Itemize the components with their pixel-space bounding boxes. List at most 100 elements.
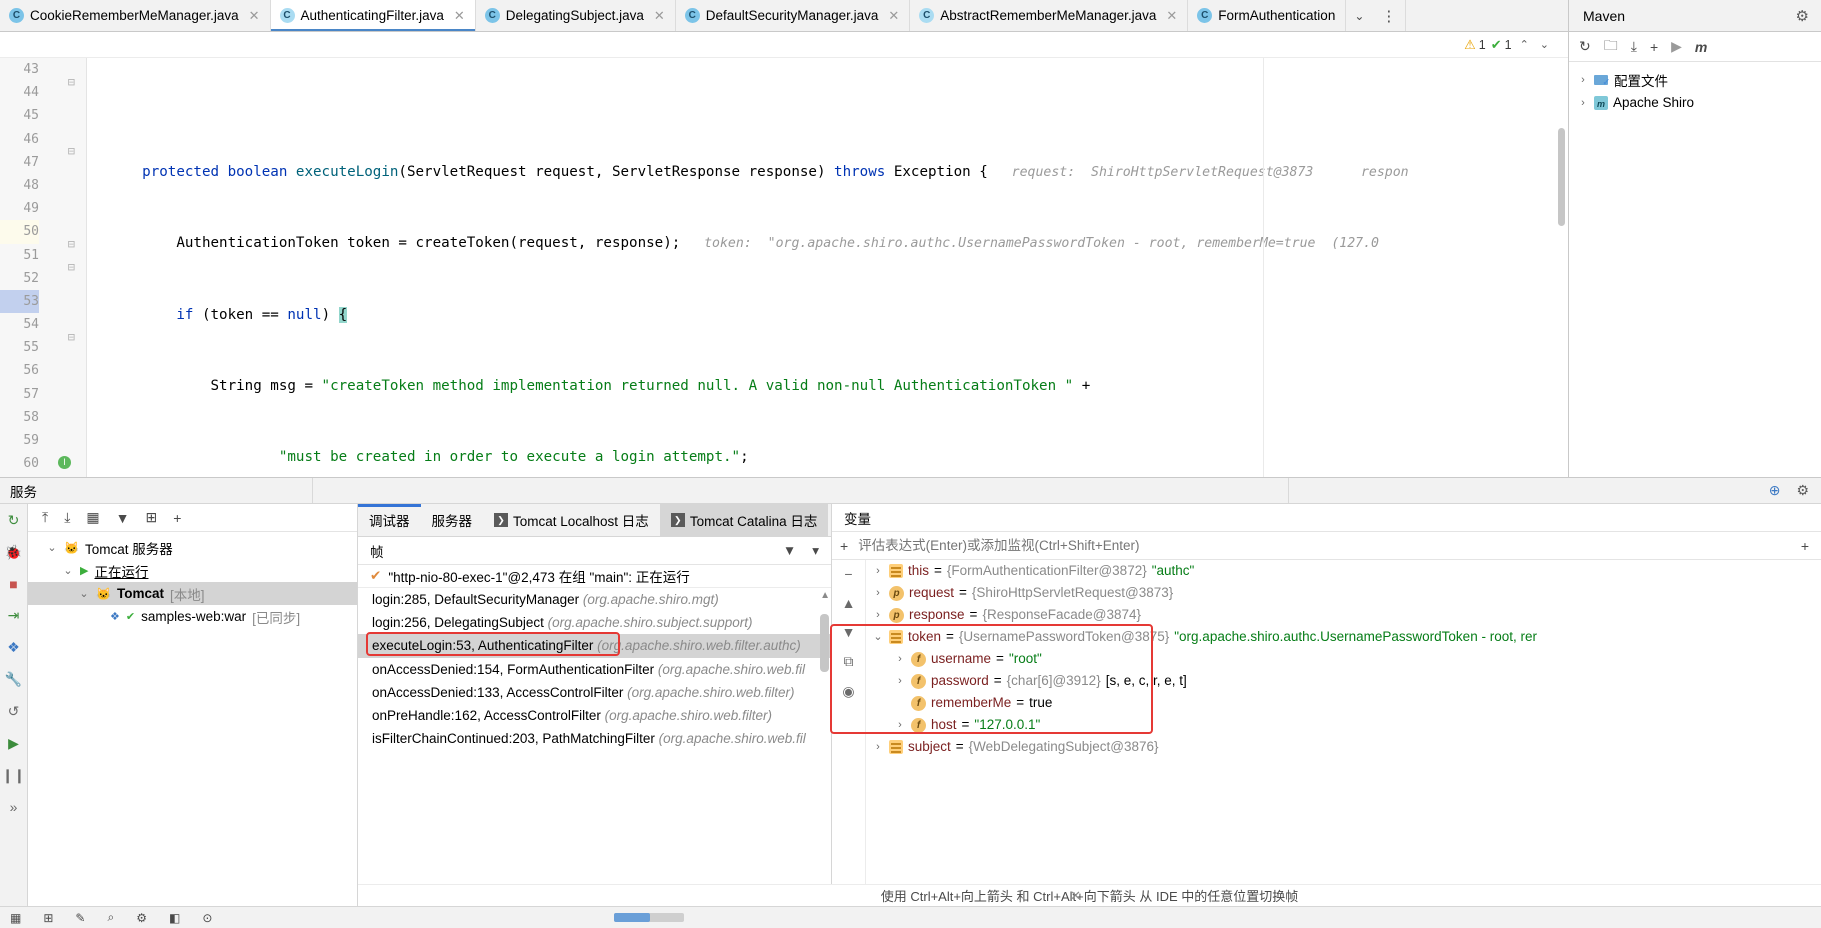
ok-count[interactable]: ✔ 1: [1491, 37, 1512, 53]
layout-icon[interactable]: ❖: [7, 639, 20, 656]
restart-icon[interactable]: ↺: [8, 703, 20, 720]
chevron-up-icon[interactable]: ⌃: [1517, 38, 1532, 51]
variable-row-password[interactable]: › f password = {char[6]@3912} [s, e, c, …: [872, 670, 1821, 692]
variable-row-this[interactable]: › this = {FormAuthenticationFilter@3872}…: [872, 560, 1821, 582]
chevron-right-icon[interactable]: ›: [1577, 97, 1589, 109]
run-anything-icon[interactable]: ⊙: [202, 911, 212, 925]
gear-icon[interactable]: ⚙: [1796, 7, 1809, 25]
chevron-right-icon[interactable]: ›: [872, 582, 884, 604]
editor-tab-0[interactable]: C CookieRememberMeManager.java ✕: [0, 0, 271, 31]
services-node-tomcat-servers[interactable]: ⌄ 🐱 Tomcat 服务器: [28, 536, 357, 559]
tab-tomcat-catalina-log[interactable]: ❯ Tomcat Catalina 日志: [659, 504, 829, 536]
group-by-icon[interactable]: ▦: [86, 509, 99, 526]
project-structure-icon[interactable]: ▦: [10, 911, 21, 925]
variable-row-subject[interactable]: › subject = {WebDelegatingSubject@3876}: [872, 736, 1821, 758]
collapse-all-icon[interactable]: ⤓: [64, 509, 70, 526]
filter-icon[interactable]: ▼: [116, 510, 130, 526]
more-icon[interactable]: »: [10, 799, 18, 815]
run-goal-icon[interactable]: ▶: [1671, 38, 1682, 55]
tab-debugger[interactable]: 调试器: [358, 504, 421, 536]
layout-toggle-icon[interactable]: ◧: [169, 911, 180, 925]
chevron-down-icon[interactable]: ⌄: [78, 587, 90, 600]
debug-icon[interactable]: 🐞: [5, 544, 22, 561]
chevron-right-icon[interactable]: ›: [1577, 74, 1589, 86]
tab-server[interactable]: 服务器: [421, 504, 484, 536]
pause-icon[interactable]: ❙❙: [2, 767, 25, 784]
chevron-right-icon[interactable]: ›: [872, 560, 884, 582]
tab-tomcat-localhost-log[interactable]: ❯ Tomcat Localhost 日志: [483, 504, 660, 536]
edit-icon[interactable]: ✎: [75, 911, 85, 925]
variable-row-request[interactable]: › p request = {ShiroHttpServletRequest@3…: [872, 582, 1821, 604]
warning-count[interactable]: ⚠ 1: [1464, 37, 1486, 53]
editor-tab-3[interactable]: C DefaultSecurityManager.java ✕: [675, 0, 911, 31]
frame-row[interactable]: onPreHandle:162, AccessControlFilter (or…: [358, 704, 831, 727]
fold-marker-icon[interactable]: ⊟: [68, 75, 75, 89]
fold-marker-icon[interactable]: ⊟: [68, 330, 75, 344]
variable-row-host[interactable]: › f host = "127.0.0.1": [872, 714, 1821, 736]
chevron-right-icon[interactable]: ›: [894, 714, 906, 736]
editor-tab-1[interactable]: C AuthenticatingFilter.java ✕: [270, 0, 476, 31]
frame-row[interactable]: login:285, DefaultSecurityManager (org.a…: [358, 588, 831, 611]
editor-tab-5[interactable]: C FormAuthentication: [1188, 0, 1347, 31]
search-icon[interactable]: ⌕: [107, 910, 114, 925]
close-icon[interactable]: ✕: [654, 8, 665, 24]
close-icon[interactable]: ✕: [888, 8, 899, 24]
variable-row-rememberme[interactable]: f rememberMe = true: [872, 692, 1821, 714]
resume-icon[interactable]: ▶: [8, 735, 19, 752]
add-maven-project-icon[interactable]: +: [1650, 39, 1658, 55]
stop-icon[interactable]: ■: [9, 576, 17, 592]
breakpoint-gutter[interactable]: ⊟ ⊟ ⊟ ⊟ ⊟ I: [46, 58, 86, 477]
add-watch-icon[interactable]: +: [840, 538, 848, 554]
close-icon[interactable]: ✕: [1070, 888, 1081, 904]
code-editor[interactable]: 43 44 45 46 47 48 49 50 51 52 53 54 55 5…: [0, 58, 1568, 477]
frame-row[interactable]: login:256, DelegatingSubject (org.apache…: [358, 611, 831, 634]
frames-scrollbar[interactable]: [820, 614, 829, 672]
scroll-up-icon[interactable]: ▲: [820, 590, 830, 601]
add-watch-plus-icon[interactable]: +: [1801, 538, 1821, 554]
refresh-icon[interactable]: ↻: [1579, 38, 1591, 55]
fold-marker-icon[interactable]: ⊟: [68, 260, 75, 274]
chevron-down-icon[interactable]: ⌄: [62, 564, 74, 577]
add-service-icon[interactable]: +: [173, 510, 181, 526]
expand-all-icon[interactable]: ⤒: [42, 509, 48, 526]
frame-thread-row[interactable]: ✔ "http-nio-80-exec-1"@2,473 在组 "main": …: [358, 565, 831, 588]
fold-marker-icon[interactable]: ⊟: [68, 144, 75, 158]
close-icon[interactable]: ✕: [1166, 8, 1177, 24]
code-text-area[interactable]: protected boolean executeLogin(ServletRe…: [98, 58, 1568, 477]
fold-marker-icon[interactable]: ⊟: [68, 237, 75, 251]
wrench-icon[interactable]: 🔧: [5, 671, 22, 688]
chevron-right-icon[interactable]: ›: [894, 670, 906, 692]
chevron-down-icon[interactable]: ⌄: [1537, 38, 1552, 51]
chevron-right-icon[interactable]: ›: [872, 736, 884, 758]
commit-icon[interactable]: ⊞: [43, 911, 53, 925]
services-node-tomcat-local[interactable]: ⌄ 🐱 Tomcat [本地]: [28, 582, 357, 605]
rerun-icon[interactable]: ↻: [8, 512, 20, 529]
variables-list[interactable]: › this = {FormAuthenticationFilter@3872}…: [830, 560, 1821, 906]
globe-icon[interactable]: ⊕: [1769, 482, 1781, 499]
frame-row[interactable]: isFilterChainContinued:203, PathMatching…: [358, 727, 831, 750]
chevron-down-icon[interactable]: ▾: [812, 543, 819, 559]
frames-list[interactable]: login:285, DefaultSecurityManager (org.a…: [358, 588, 831, 906]
variable-row-token[interactable]: ⌄ token = {UsernamePasswordToken@3875} "…: [872, 626, 1821, 648]
maven-tree-node-profiles[interactable]: › 配置文件: [1573, 68, 1821, 91]
maven-tree-node-shiro[interactable]: › m Apache Shiro: [1573, 91, 1821, 114]
evaluate-expression-input[interactable]: [858, 538, 1791, 553]
close-icon[interactable]: ✕: [454, 8, 465, 24]
chevron-down-icon[interactable]: ⌄: [872, 626, 884, 648]
frame-row[interactable]: onAccessDenied:133, AccessControlFilter …: [358, 681, 831, 704]
chevron-down-icon[interactable]: ⌄: [1346, 0, 1372, 31]
frame-row[interactable]: onAccessDenied:154, FormAuthenticationFi…: [358, 658, 831, 681]
gear-icon[interactable]: ⚙: [136, 911, 147, 925]
filter-icon[interactable]: ▼: [783, 543, 796, 559]
gear-icon[interactable]: ⚙: [1796, 482, 1809, 499]
variable-row-response[interactable]: › p response = {ResponseFacade@3874}: [872, 604, 1821, 626]
show-configurations-icon[interactable]: ⊞: [146, 509, 158, 526]
chevron-right-icon[interactable]: ›: [894, 648, 906, 670]
method-implementation-icon[interactable]: I: [58, 456, 71, 469]
chevron-down-icon[interactable]: ⌄: [46, 541, 58, 554]
variable-row-username[interactable]: › f username = "root": [872, 648, 1821, 670]
download-sources-icon[interactable]: ⤓: [1631, 38, 1637, 55]
editor-tab-4[interactable]: C AbstractRememberMeManager.java ✕: [910, 0, 1189, 31]
maven-execute-icon[interactable]: m: [1695, 39, 1707, 55]
folder-sync-icon[interactable]: 🗀: [1604, 35, 1618, 59]
